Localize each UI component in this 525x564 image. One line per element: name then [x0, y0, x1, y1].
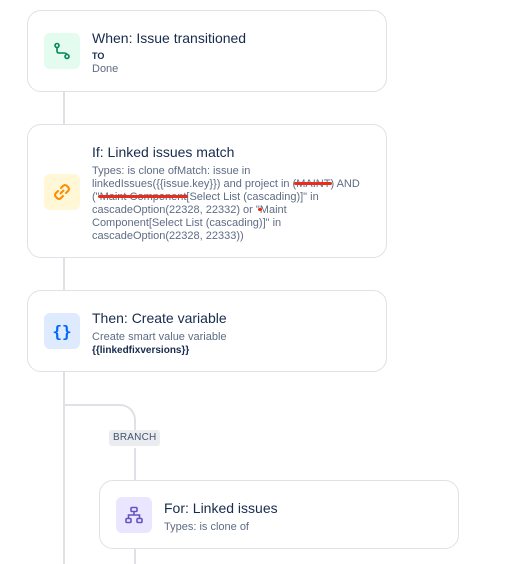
branch-tag: BRANCH — [109, 430, 161, 446]
connector-line — [63, 90, 65, 126]
condition-description: Types: is clone ofMatch: issue in linked… — [92, 165, 374, 243]
action-title: Then: Create variable — [92, 310, 227, 326]
action-variable: {{linkedfixversions}} — [92, 345, 190, 356]
transition-icon — [44, 33, 80, 69]
connector-line — [63, 257, 65, 292]
action-card[interactable]: {} Then: Create variable Create smart va… — [27, 290, 387, 372]
branch-title: For: Linked issues — [164, 500, 278, 516]
redacted-text: Maint Component — [99, 191, 187, 203]
braces-icon: {} — [44, 313, 80, 349]
action-description: Create smart value variable — [92, 331, 227, 343]
condition-card[interactable]: If: Linked issues match Types: is clone … — [27, 124, 387, 258]
branch-card[interactable]: For: Linked issues Types: is clone of — [99, 480, 459, 549]
connector-line — [63, 371, 65, 564]
branch-connector-line — [134, 548, 136, 564]
branch-connector-line — [134, 448, 136, 481]
condition-title: If: Linked issues match — [92, 144, 235, 160]
branch-description: Types: is clone of — [164, 521, 249, 533]
trigger-card[interactable]: When: Issue transitioned TO Done — [27, 10, 387, 92]
condition-text: Types: is clone ofMatch: issue in linked… — [92, 165, 297, 190]
redacted-text: MAINT — [296, 178, 331, 190]
link-icon — [44, 174, 80, 210]
trigger-status: Done — [92, 63, 119, 75]
hierarchy-icon — [116, 497, 152, 533]
trigger-to-label: TO — [92, 51, 105, 61]
trigger-title: When: Issue transitioned — [92, 30, 247, 46]
